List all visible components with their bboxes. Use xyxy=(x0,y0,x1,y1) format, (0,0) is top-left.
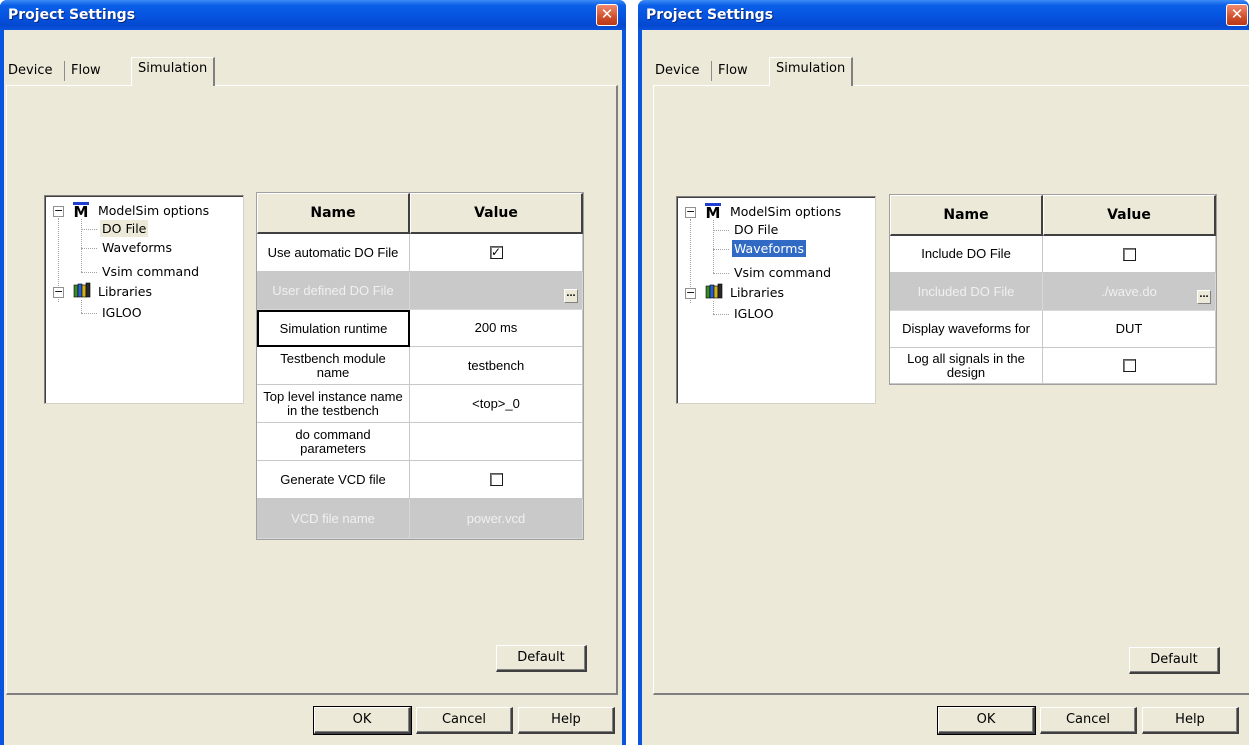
generate-vcd-checkbox[interactable] xyxy=(489,473,503,486)
close-icon[interactable]: ✕ xyxy=(596,4,618,26)
row-value[interactable] xyxy=(410,423,583,461)
row-name: Top level instance name in the testbench xyxy=(257,385,410,423)
browse-button[interactable]: ... xyxy=(564,288,578,303)
tree-item-igloo[interactable]: IGLOO xyxy=(100,304,144,321)
column-header-value[interactable]: Value xyxy=(410,193,583,234)
property-grid: Name Value Use automatic DO File ✓ User … xyxy=(256,192,584,540)
row-value[interactable]: testbench xyxy=(410,347,583,385)
tree-item-do-file[interactable]: DO File xyxy=(732,221,780,238)
default-button[interactable]: Default xyxy=(496,645,587,672)
title-bar[interactable]: Project Settings ✕ xyxy=(638,0,1249,30)
tree-item-libraries[interactable]: Libraries xyxy=(96,283,154,300)
tree-item-vsim-command[interactable]: Vsim command xyxy=(100,263,201,280)
row-name: User defined DO File xyxy=(257,272,410,310)
project-settings-dialog-left: Project Settings ✕ Device Flow Simulatio… xyxy=(0,0,626,745)
help-button[interactable]: Help xyxy=(1142,707,1239,734)
tree-line xyxy=(713,230,729,231)
row-value[interactable] xyxy=(1043,348,1216,384)
row-name: do command parameters xyxy=(257,423,410,461)
row-value[interactable] xyxy=(1043,236,1216,273)
project-settings-dialog-right: Project Settings ✕ Device Flow Simulatio… xyxy=(638,0,1249,745)
tree-item-igloo[interactable]: IGLOO xyxy=(732,305,776,322)
close-icon[interactable]: ✕ xyxy=(1226,4,1248,26)
row-name[interactable]: Simulation runtime xyxy=(257,310,410,347)
use-automatic-do-file-checkbox[interactable]: ✓ xyxy=(489,246,503,259)
property-grid: Name Value Include DO File Included DO F… xyxy=(889,194,1217,385)
simulation-panel: − M ModelSim options DO File Waveforms V… xyxy=(653,85,1249,695)
row-name: Generate VCD file xyxy=(257,461,410,499)
row-value[interactable]: 200 ms xyxy=(410,310,583,347)
ok-button[interactable]: OK xyxy=(313,706,412,735)
row-name: Included DO File xyxy=(890,273,1043,311)
row-name: Include DO File xyxy=(890,236,1043,273)
tree-item-libraries[interactable]: Libraries xyxy=(728,284,786,301)
tree-line xyxy=(713,249,729,250)
tab-flow[interactable]: Flow xyxy=(71,60,101,83)
log-all-signals-checkbox[interactable] xyxy=(1122,359,1136,372)
options-tree: − M ModelSim options DO File Waveforms V… xyxy=(676,196,876,404)
collapse-icon[interactable]: − xyxy=(685,206,696,218)
included-do-file-value: ./wave.do xyxy=(1101,283,1157,299)
tree-line xyxy=(713,220,714,273)
tree-line xyxy=(81,272,97,273)
tree-item-vsim-command[interactable]: Vsim command xyxy=(732,264,833,281)
tab-flow[interactable]: Flow xyxy=(718,60,748,83)
row-name: Testbench module name xyxy=(257,347,410,385)
tab-device[interactable]: Device xyxy=(8,60,52,83)
row-value[interactable] xyxy=(410,461,583,499)
tree-item-waveforms[interactable]: Waveforms xyxy=(100,239,174,256)
tree-line xyxy=(81,229,97,230)
books-icon xyxy=(73,282,91,298)
tab-simulation[interactable]: Simulation xyxy=(769,57,854,86)
row-name: VCD file name xyxy=(257,499,410,539)
column-header-name[interactable]: Name xyxy=(890,195,1043,236)
tree-line xyxy=(713,273,729,274)
row-value[interactable]: DUT xyxy=(1043,311,1216,348)
collapse-icon[interactable]: − xyxy=(685,287,696,299)
title-bar[interactable]: Project Settings ✕ xyxy=(0,0,626,30)
column-header-value[interactable]: Value xyxy=(1043,195,1216,236)
tree-line xyxy=(713,314,729,315)
row-value: power.vcd xyxy=(410,499,583,539)
tree-line xyxy=(81,248,97,249)
ok-button[interactable]: OK xyxy=(937,706,1036,735)
options-tree: − M ModelSim options DO File Waveforms V… xyxy=(44,195,244,404)
row-value: ./wave.do ... xyxy=(1043,273,1216,311)
simulation-panel: − M ModelSim options DO File Waveforms V… xyxy=(6,85,618,695)
column-header-name[interactable]: Name xyxy=(257,193,410,234)
books-icon xyxy=(705,283,723,299)
tree-item-modelsim-options[interactable]: ModelSim options xyxy=(728,203,843,220)
modelsim-m-icon: M xyxy=(705,203,721,222)
row-value[interactable]: <top>_0 xyxy=(410,385,583,423)
tree-item-modelsim-options[interactable]: ModelSim options xyxy=(96,202,211,219)
tab-device[interactable]: Device xyxy=(655,60,699,83)
tab-separator xyxy=(711,61,712,81)
row-name: Log all signals in the design xyxy=(890,348,1043,384)
tree-line xyxy=(81,219,82,272)
row-value[interactable]: ✓ xyxy=(410,234,583,272)
tree-line xyxy=(713,301,714,314)
row-name: Display waveforms for xyxy=(890,311,1043,348)
cancel-button[interactable]: Cancel xyxy=(416,707,513,734)
tab-separator xyxy=(64,61,65,81)
tree-line xyxy=(81,300,82,313)
collapse-icon[interactable]: − xyxy=(53,205,64,217)
help-button[interactable]: Help xyxy=(518,707,615,734)
tree-line xyxy=(81,313,97,314)
include-do-file-checkbox[interactable] xyxy=(1122,247,1136,261)
row-value: ... xyxy=(410,272,583,310)
tree-item-waveforms[interactable]: Waveforms xyxy=(732,240,806,257)
cancel-button[interactable]: Cancel xyxy=(1040,707,1137,734)
tree-item-do-file[interactable]: DO File xyxy=(100,220,149,237)
row-name: Use automatic DO File xyxy=(257,234,410,272)
modelsim-m-icon: M xyxy=(73,202,89,221)
dialog-client: Device Flow Simulation − M ModelSim opti… xyxy=(4,30,622,745)
window-title: Project Settings xyxy=(8,7,136,23)
dialog-client: Device Flow Simulation − M ModelSim opti… xyxy=(642,30,1249,745)
window-title: Project Settings xyxy=(646,7,774,23)
browse-button[interactable]: ... xyxy=(1197,289,1211,304)
default-button[interactable]: Default xyxy=(1129,647,1220,674)
tab-simulation[interactable]: Simulation xyxy=(131,57,216,86)
collapse-icon[interactable]: − xyxy=(53,286,64,298)
